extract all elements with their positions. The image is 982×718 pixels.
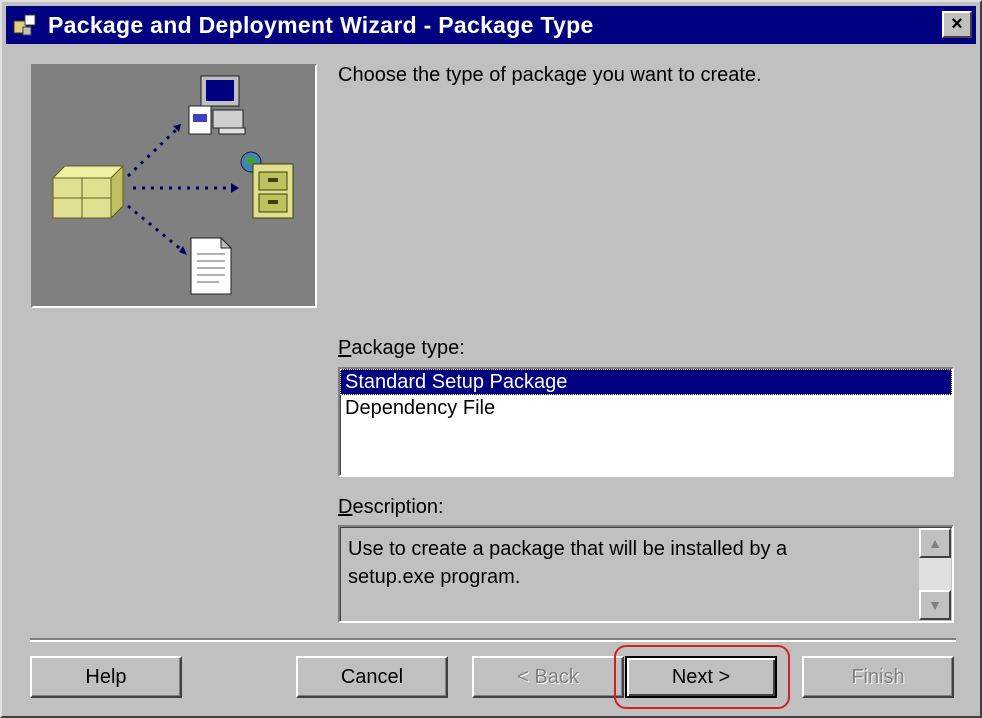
wizard-illustration — [31, 64, 317, 308]
description-text: Use to create a package that will be ins… — [348, 535, 908, 591]
window-title: Package and Deployment Wizard - Package … — [48, 12, 594, 38]
package-type-label: Package type: — [338, 337, 465, 360]
next-button[interactable]: Next > — [625, 656, 777, 698]
description-accelerator: D — [338, 496, 353, 518]
document-icon — [190, 236, 233, 295]
computer-icon — [188, 75, 246, 135]
wizard-window: Package and Deployment Wizard - Package … — [0, 0, 982, 718]
package-type-label-text: ackage type: — [351, 337, 465, 359]
description-box[interactable]: Use to create a package that will be ins… — [338, 525, 954, 623]
network-cabinet-icon — [240, 151, 294, 219]
title-bar[interactable]: Package and Deployment Wizard - Package … — [6, 6, 976, 44]
instruction-text: Choose the type of package you want to c… — [338, 64, 762, 86]
wizard-icon — [13, 14, 36, 36]
description-line-1: Use to create a package that will be ins… — [348, 538, 788, 560]
description-label: Description: — [338, 496, 444, 519]
close-button[interactable]: × — [942, 11, 972, 38]
arrow-up-icon: ▲ — [928, 535, 942, 551]
description-scrollbar[interactable]: ▲ ▼ — [919, 528, 951, 620]
package-type-list[interactable]: Standard Setup Package Dependency File — [338, 367, 954, 477]
separator-line — [30, 638, 956, 642]
list-item-standard-setup-package[interactable]: Standard Setup Package — [340, 369, 952, 395]
help-button[interactable]: Help — [30, 656, 182, 698]
scroll-up-button[interactable]: ▲ — [919, 528, 951, 558]
back-button[interactable]: < Back — [472, 656, 624, 698]
cancel-button[interactable]: Cancel — [296, 656, 448, 698]
description-line-2: setup.exe program. — [348, 566, 521, 588]
package-type-accelerator: P — [338, 337, 352, 359]
list-item-dependency-file[interactable]: Dependency File — [340, 395, 952, 421]
arrow-down-icon: ▼ — [928, 597, 942, 613]
scroll-down-button[interactable]: ▼ — [919, 590, 951, 620]
finish-button[interactable]: Finish — [802, 656, 954, 698]
description-label-text: escription: — [352, 496, 444, 518]
package-box-icon — [51, 164, 125, 220]
